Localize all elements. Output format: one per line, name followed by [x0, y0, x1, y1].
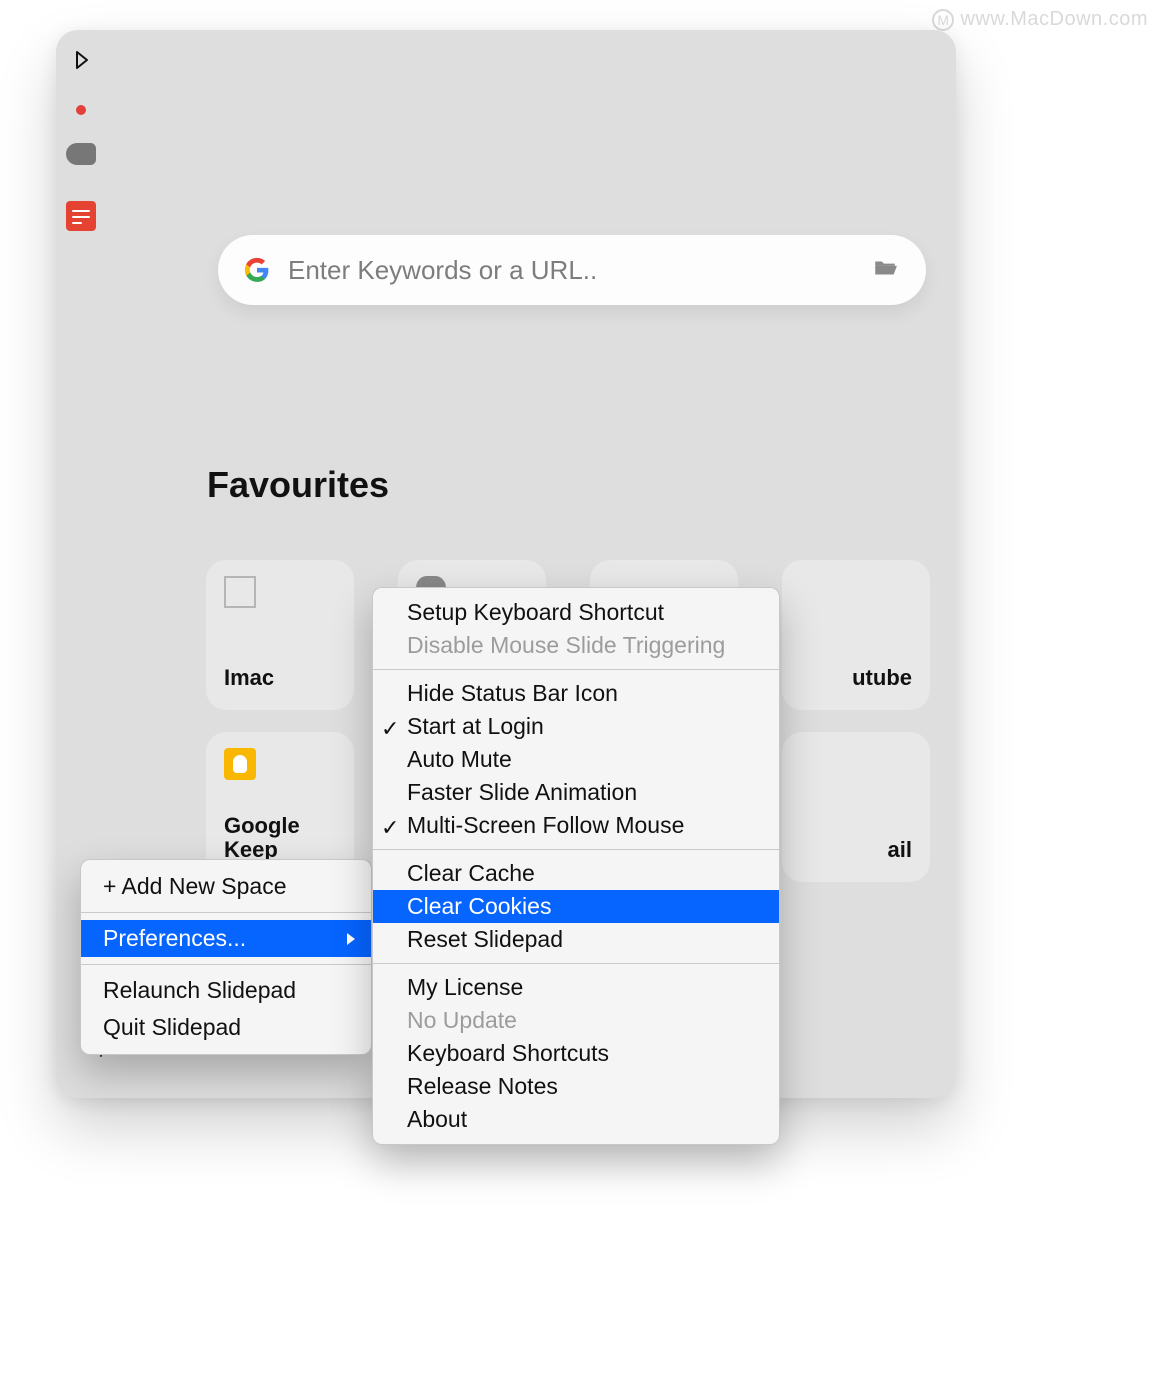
- space-thumb[interactable]: [66, 143, 96, 165]
- menu-item-label: No Update: [407, 1007, 517, 1034]
- watermark: M www.MacDown.com: [932, 8, 1148, 31]
- submenu-keyboard-shortcuts[interactable]: Keyboard Shortcuts: [373, 1037, 779, 1070]
- menu-item-label: My License: [407, 974, 523, 1001]
- context-menu: + Add New Space Preferences... Relaunch …: [80, 859, 372, 1055]
- google-keep-icon: [224, 748, 256, 780]
- menu-item-label: Faster Slide Animation: [407, 779, 637, 806]
- favourite-label: ail: [888, 838, 912, 862]
- submenu-hide-status-bar[interactable]: Hide Status Bar Icon: [373, 677, 779, 710]
- submenu-release-notes[interactable]: Release Notes: [373, 1070, 779, 1103]
- menu-item-label: Hide Status Bar Icon: [407, 680, 618, 707]
- search-bar[interactable]: [218, 235, 926, 305]
- menu-separator: [373, 669, 779, 670]
- todoist-icon[interactable]: [66, 201, 96, 231]
- favourites-heading: Favourites: [207, 464, 389, 506]
- menu-item-label: Preferences...: [103, 925, 246, 952]
- favourite-card[interactable]: ail: [782, 732, 930, 882]
- menu-separator: [81, 912, 371, 913]
- menu-item-label: Release Notes: [407, 1073, 558, 1100]
- menu-item-label: Quit Slidepad: [103, 1014, 241, 1041]
- google-icon: [244, 257, 270, 283]
- indicator-dot: [76, 105, 86, 115]
- menu-item-label: Multi-Screen Follow Mouse: [407, 812, 684, 839]
- menu-item-label: Reset Slidepad: [407, 926, 563, 953]
- submenu-no-update: No Update: [373, 1004, 779, 1037]
- chevron-right-icon[interactable]: [69, 48, 93, 77]
- preferences-submenu: Setup Keyboard Shortcut Disable Mouse Sl…: [372, 587, 780, 1145]
- folder-open-icon[interactable]: [870, 255, 900, 286]
- submenu-reset[interactable]: Reset Slidepad: [373, 923, 779, 956]
- submenu-license[interactable]: My License: [373, 971, 779, 1004]
- watermark-text: www.MacDown.com: [960, 8, 1148, 31]
- watermark-icon: M: [932, 9, 954, 31]
- menu-item-label: + Add New Space: [103, 873, 286, 900]
- menu-item-label: Disable Mouse Slide Triggering: [407, 632, 725, 659]
- submenu-start-login[interactable]: ✓ Start at Login: [373, 710, 779, 743]
- submenu-clear-cache[interactable]: Clear Cache: [373, 857, 779, 890]
- submenu-auto-mute[interactable]: Auto Mute: [373, 743, 779, 776]
- favourite-label: Imac: [224, 666, 274, 690]
- menu-item-label: Auto Mute: [407, 746, 512, 773]
- check-icon: ✓: [381, 716, 399, 742]
- check-icon: ✓: [381, 815, 399, 841]
- site-icon: [224, 576, 256, 608]
- menu-preferences[interactable]: Preferences...: [81, 920, 371, 957]
- menu-item-label: Relaunch Slidepad: [103, 977, 296, 1004]
- submenu-about[interactable]: About: [373, 1103, 779, 1136]
- favourite-card[interactable]: utube: [782, 560, 930, 710]
- menu-item-label: Setup Keyboard Shortcut: [407, 599, 664, 626]
- menu-quit[interactable]: Quit Slidepad: [81, 1009, 371, 1046]
- search-input[interactable]: [270, 255, 870, 286]
- favourite-card[interactable]: Imac: [206, 560, 354, 710]
- menu-item-label: About: [407, 1106, 467, 1133]
- chevron-right-icon: [347, 933, 355, 945]
- submenu-multi-screen[interactable]: ✓ Multi-Screen Follow Mouse: [373, 809, 779, 842]
- submenu-setup-shortcut[interactable]: Setup Keyboard Shortcut: [373, 596, 779, 629]
- submenu-disable-mouse-slide: Disable Mouse Slide Triggering: [373, 629, 779, 662]
- favourite-label: Google Keep: [224, 814, 300, 862]
- menu-item-label: Keyboard Shortcuts: [407, 1040, 609, 1067]
- menu-item-label: Start at Login: [407, 713, 544, 740]
- menu-add-space[interactable]: + Add New Space: [81, 868, 371, 905]
- menu-item-label: Clear Cookies: [407, 893, 551, 920]
- menu-item-label: Clear Cache: [407, 860, 535, 887]
- menu-separator: [81, 964, 371, 965]
- menu-relaunch[interactable]: Relaunch Slidepad: [81, 972, 371, 1009]
- menu-separator: [373, 963, 779, 964]
- menu-separator: [373, 849, 779, 850]
- favourite-label: utube: [852, 666, 912, 690]
- submenu-clear-cookies[interactable]: Clear Cookies: [373, 890, 779, 923]
- submenu-faster-slide[interactable]: Faster Slide Animation: [373, 776, 779, 809]
